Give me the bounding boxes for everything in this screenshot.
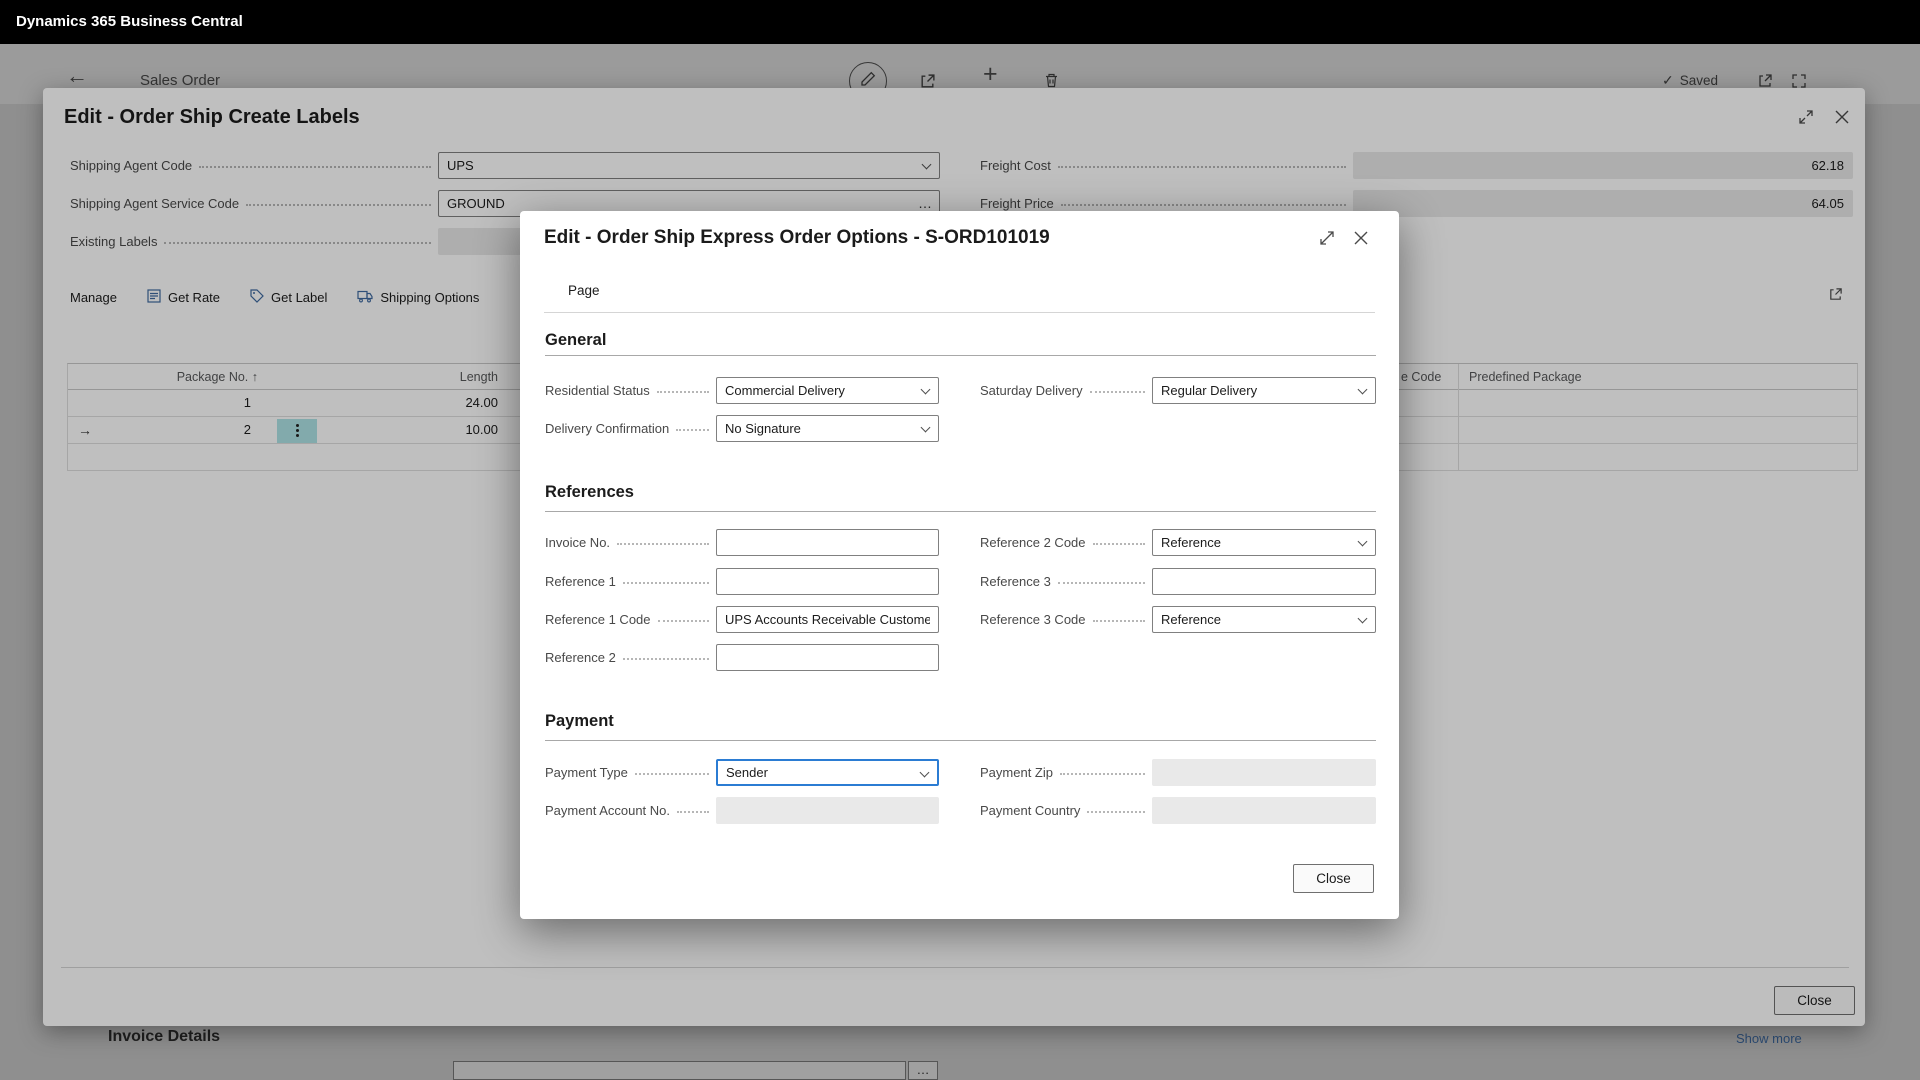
reference-1-code-input[interactable]: UPS Accounts Receivable Customer — [716, 606, 939, 633]
reference-2-code-select[interactable]: Reference — [1152, 529, 1376, 556]
field-delivery-confirmation: Delivery Confirmation No Signature — [545, 415, 939, 442]
section-rule — [545, 355, 1376, 356]
chevron-down-icon — [1358, 614, 1368, 624]
chevron-down-icon — [1358, 385, 1368, 395]
residential-status-select[interactable]: Commercial Delivery — [716, 377, 939, 404]
reference-3-label: Reference 3 — [980, 574, 1051, 589]
field-payment-type: Payment Type Sender — [545, 759, 939, 786]
payment-zip-field — [1152, 759, 1376, 786]
dotted-leader — [1058, 582, 1145, 584]
menu-divider — [544, 312, 1375, 313]
payment-type-select[interactable]: Sender — [716, 759, 939, 786]
delivery-confirmation-select[interactable]: No Signature — [716, 415, 939, 442]
saturday-delivery-select[interactable]: Regular Delivery — [1152, 377, 1376, 404]
chevron-down-icon — [920, 768, 930, 778]
chevron-down-icon — [921, 385, 931, 395]
field-payment-country: Payment Country — [980, 797, 1376, 824]
dotted-leader — [1093, 620, 1145, 622]
field-payment-zip: Payment Zip — [980, 759, 1376, 786]
page-menu[interactable]: Page — [568, 283, 600, 298]
field-reference-1: Reference 1 — [545, 568, 939, 595]
dotted-leader — [623, 582, 709, 584]
invoice-no-input[interactable] — [716, 529, 939, 556]
field-reference-2: Reference 2 — [545, 644, 939, 671]
top-bar: Dynamics 365 Business Central — [0, 0, 1920, 44]
section-general[interactable]: General — [545, 331, 606, 350]
chevron-down-icon — [1358, 537, 1368, 547]
dotted-leader — [623, 658, 709, 660]
reference-3-input[interactable] — [1152, 568, 1376, 595]
dotted-leader — [676, 429, 709, 431]
field-saturday-delivery: Saturday Delivery Regular Delivery — [980, 377, 1376, 404]
reference-2-code-label: Reference 2 Code — [980, 535, 1086, 550]
reference-3-code-value: Reference — [1161, 612, 1221, 627]
dotted-leader — [635, 773, 709, 775]
reference-3-code-select[interactable]: Reference — [1152, 606, 1376, 633]
payment-country-label: Payment Country — [980, 803, 1080, 818]
close-dialog-button[interactable] — [1351, 230, 1371, 250]
app-title[interactable]: Dynamics 365 Business Central — [16, 13, 243, 30]
section-payment[interactable]: Payment — [545, 712, 614, 731]
expand-icon — [1319, 230, 1335, 251]
residential-status-label: Residential Status — [545, 383, 650, 398]
dotted-leader — [1090, 391, 1145, 393]
field-invoice-no: Invoice No. — [545, 529, 939, 556]
payment-account-no-field — [716, 797, 939, 824]
dotted-leader — [677, 811, 709, 813]
dotted-leader — [1060, 773, 1145, 775]
dialog-title: Edit - Order Ship Express Order Options … — [544, 227, 1050, 249]
field-payment-account-no: Payment Account No. — [545, 797, 939, 824]
reference-3-code-label: Reference 3 Code — [980, 612, 1086, 627]
close-icon — [1354, 231, 1368, 250]
saturday-delivery-value: Regular Delivery — [1161, 383, 1257, 398]
close-button[interactable]: Close — [1293, 864, 1374, 893]
dotted-leader — [1093, 543, 1145, 545]
express-order-options-dialog: Edit - Order Ship Express Order Options … — [520, 211, 1399, 919]
field-reference-3: Reference 3 — [980, 568, 1376, 595]
field-reference-2-code: Reference 2 Code Reference — [980, 529, 1376, 556]
payment-country-field — [1152, 797, 1376, 824]
payment-account-no-label: Payment Account No. — [545, 803, 670, 818]
reference-2-code-value: Reference — [1161, 535, 1221, 550]
dotted-leader — [658, 620, 709, 622]
reference-1-code-value: UPS Accounts Receivable Customer — [725, 612, 930, 627]
reference-1-code-label: Reference 1 Code — [545, 612, 651, 627]
saturday-delivery-label: Saturday Delivery — [980, 383, 1083, 398]
payment-type-value: Sender — [726, 765, 768, 780]
reference-2-input[interactable] — [716, 644, 939, 671]
section-references[interactable]: References — [545, 483, 634, 502]
invoice-no-label: Invoice No. — [545, 535, 610, 550]
section-rule — [545, 740, 1376, 741]
chevron-down-icon — [921, 423, 931, 433]
payment-type-label: Payment Type — [545, 765, 628, 780]
reference-2-label: Reference 2 — [545, 650, 616, 665]
reference-1-input[interactable] — [716, 568, 939, 595]
payment-zip-label: Payment Zip — [980, 765, 1053, 780]
field-reference-3-code: Reference 3 Code Reference — [980, 606, 1376, 633]
residential-status-value: Commercial Delivery — [725, 383, 845, 398]
reference-1-label: Reference 1 — [545, 574, 616, 589]
dotted-leader — [657, 391, 709, 393]
dotted-leader — [617, 543, 709, 545]
field-residential-status: Residential Status Commercial Delivery — [545, 377, 939, 404]
delivery-confirmation-label: Delivery Confirmation — [545, 421, 669, 436]
delivery-confirmation-value: No Signature — [725, 421, 801, 436]
dotted-leader — [1087, 811, 1145, 813]
section-rule — [545, 511, 1376, 512]
field-reference-1-code: Reference 1 Code UPS Accounts Receivable… — [545, 606, 939, 633]
expand-dialog-button[interactable] — [1317, 230, 1337, 250]
